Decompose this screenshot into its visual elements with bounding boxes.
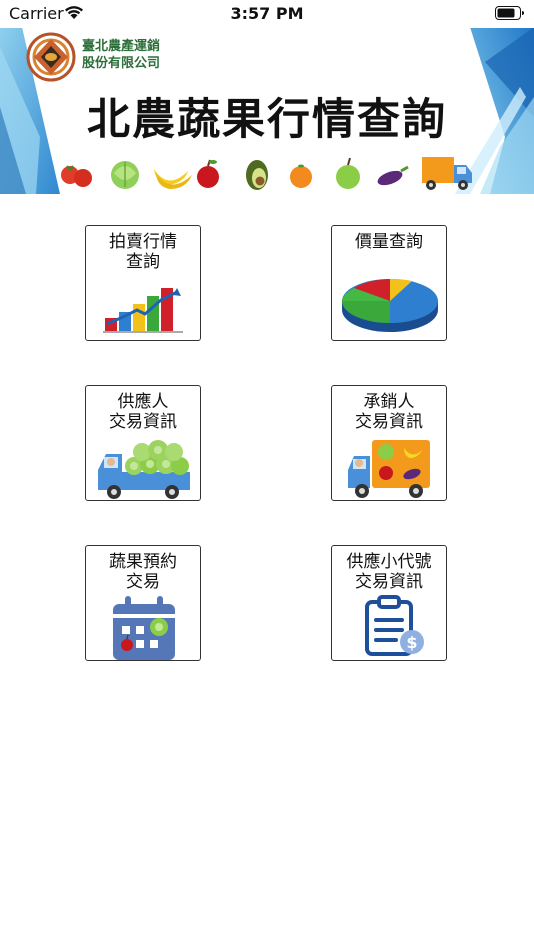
tile-label-line1: 價量查詢 [355,232,423,252]
calendar-icon [113,596,175,660]
eggplant-icon [377,165,409,186]
produce-truck-icon [348,440,430,498]
svg-text:$: $ [406,633,417,652]
tile-label-line1: 供應人 [117,392,169,412]
apple-icon [197,159,219,188]
tomato-icon [61,165,92,187]
app-banner: 臺北農產運銷 股份有限公司 北農蔬果行情查詢 [0,27,534,194]
tile-label-line1: 承銷人 [363,392,415,412]
tile-label: 承銷人 交易資訊 [332,392,446,432]
tile-label-line2: 查詢 [126,252,160,272]
status-time: 3:57 PM [230,4,304,23]
price-volume-query-button[interactable]: 價量查詢 [331,225,447,341]
company-logo [26,32,76,82]
green-apple-icon [336,157,360,189]
tile-label-line2: 交易 [126,572,160,592]
tile-label: 供應小代號 交易資訊 [332,552,446,592]
pie-chart-icon [342,278,438,332]
tile-label-line2: 交易資訊 [109,412,177,432]
tile-label: 蔬果預約 交易 [86,552,200,592]
supplier-code-transaction-button[interactable]: 供應小代號 交易資訊 $ [331,545,447,661]
app-title: 北農蔬果行情查詢 [87,95,447,145]
buyer-transaction-button[interactable]: 承銷人 交易資訊 [331,385,447,501]
tile-label: 價量查詢 [332,232,446,252]
tile-label-line1: 供應小代號 [346,552,432,572]
cabbage-icon [111,161,139,189]
tile-label-line1: 拍賣行情 [109,232,177,252]
clipboard-dollar-icon: $ [365,595,424,656]
delivery-truck-icon [422,157,472,190]
tile-label: 拍賣行情 查詢 [86,232,200,272]
tile-label-line2: 交易資訊 [355,412,423,432]
tile-label-line1: 蔬果預約 [109,552,177,572]
avocado-icon [246,160,268,190]
auction-price-query-button[interactable]: 拍賣行情 查詢 [85,225,201,341]
produce-reservation-button[interactable]: 蔬果預約 交易 [85,545,201,661]
company-name-line2: 股份有限公司 [82,56,161,71]
status-bar: Carrier 3:57 PM [0,0,534,28]
cabbage-truck-icon [98,440,190,499]
banana-icon [154,169,192,189]
tile-label: 供應人 交易資訊 [86,392,200,432]
bar-chart-icon [103,288,183,333]
orange-icon [290,164,312,188]
tile-label-line2: 交易資訊 [355,572,423,592]
supplier-transaction-button[interactable]: 供應人 交易資訊 [85,385,201,501]
produce-strip [61,157,472,190]
battery-icon [495,6,525,25]
